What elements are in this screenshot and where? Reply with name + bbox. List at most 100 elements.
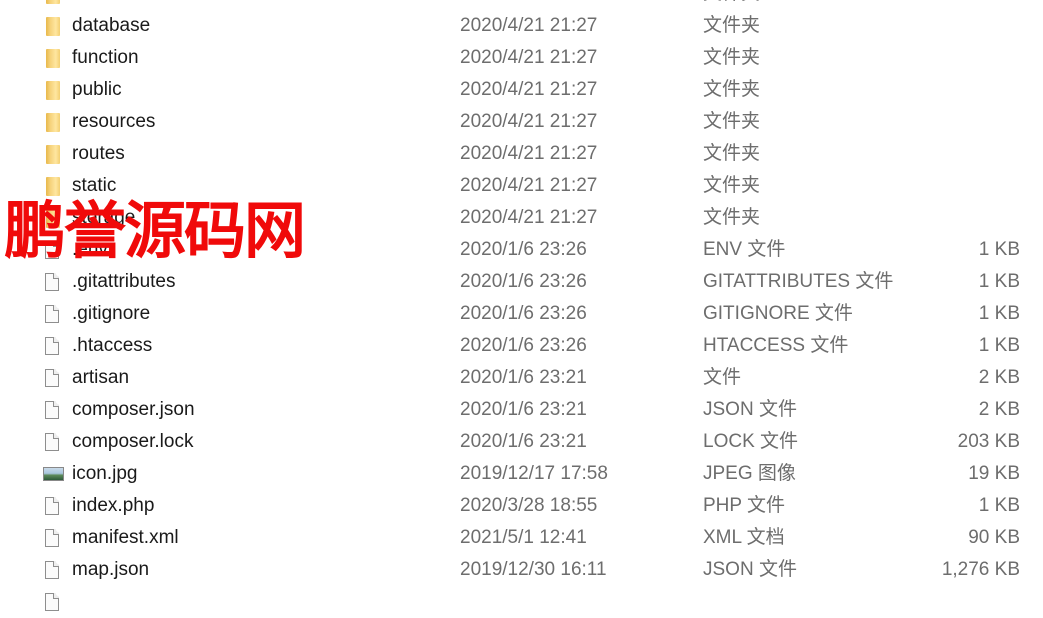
file-date: 2020/1/6 23:21 bbox=[460, 399, 587, 420]
file-row[interactable]: composer.json 2020/1/6 23:21 JSON 文件 2 K… bbox=[0, 394, 1043, 426]
file-type: LOCK 文件 bbox=[703, 431, 799, 452]
file-icon bbox=[45, 337, 59, 355]
file-row[interactable]: icon.jpg 2019/12/17 17:58 JPEG 图像 19 KB bbox=[0, 458, 1043, 490]
file-icon bbox=[45, 497, 59, 515]
file-date: 2019/12/17 17:58 bbox=[460, 463, 608, 484]
file-type: XML 文档 bbox=[703, 527, 785, 548]
file-row[interactable]: .gitattributes 2020/1/6 23:26 GITATTRIBU… bbox=[0, 266, 1043, 298]
folder-icon bbox=[46, 49, 60, 68]
file-size: 1 KB bbox=[978, 335, 1020, 356]
file-row[interactable]: database 2020/4/21 21:27 文件夹 bbox=[0, 10, 1043, 42]
file-type: PHP 文件 bbox=[703, 495, 786, 516]
file-icon bbox=[45, 305, 59, 323]
file-date: 2020/4/21 21:27 bbox=[460, 207, 598, 228]
file-date: 2020/4/21 21:27 bbox=[460, 0, 597, 10]
file-date: 2021/5/1 12:41 bbox=[460, 527, 587, 548]
file-size: 1 KB bbox=[978, 239, 1020, 260]
file-size: 1 KB bbox=[978, 271, 1020, 292]
file-icon bbox=[45, 433, 59, 451]
file-size: 19 KB bbox=[968, 463, 1020, 484]
file-type: JSON 文件 bbox=[703, 559, 797, 580]
file-type: JSON 文件 bbox=[703, 399, 797, 420]
file-row[interactable]: map.json 2019/12/30 16:11 JSON 文件 1,276 … bbox=[0, 554, 1043, 586]
file-name: resources bbox=[72, 111, 156, 132]
file-size: 1 KB bbox=[978, 495, 1020, 516]
file-icon bbox=[45, 369, 59, 387]
file-size: 90 KB bbox=[968, 527, 1020, 548]
file-type: 文件夹 bbox=[703, 15, 761, 36]
file-type: 文件夹 bbox=[703, 47, 761, 68]
file-type: JPEG 图像 bbox=[703, 463, 796, 484]
file-row[interactable]: .htaccess 2020/1/6 23:26 HTACCESS 文件 1 K… bbox=[0, 330, 1043, 362]
file-name: map.json bbox=[72, 559, 150, 580]
file-name: composer.lock bbox=[72, 431, 194, 452]
file-icon bbox=[45, 593, 59, 611]
file-type: GITATTRIBUTES 文件 bbox=[703, 271, 894, 292]
file-icon bbox=[45, 561, 59, 579]
file-name: artisan bbox=[72, 367, 130, 388]
file-date: 2020/4/21 21:27 bbox=[460, 79, 598, 100]
file-type: GITIGNORE 文件 bbox=[703, 303, 853, 324]
file-date: 2019/12/30 16:11 bbox=[460, 559, 607, 580]
file-row[interactable]: public 2020/4/21 21:27 文件夹 bbox=[0, 74, 1043, 106]
file-row[interactable]: artisan 2020/1/6 23:21 文件 2 KB bbox=[0, 362, 1043, 394]
file-type: HTACCESS 文件 bbox=[703, 335, 849, 356]
file-date: 2020/4/21 21:27 bbox=[460, 143, 598, 164]
file-row[interactable]: data 2020/4/21 21:27 文件夹 bbox=[0, 0, 1043, 10]
file-date: 2020/1/6 23:26 bbox=[460, 239, 587, 260]
file-date: 2020/3/28 18:55 bbox=[460, 495, 598, 516]
file-date: 2020/1/6 23:21 bbox=[460, 431, 587, 452]
file-name: data bbox=[72, 0, 109, 10]
file-size: 2 KB bbox=[978, 367, 1020, 388]
file-name: index.php bbox=[72, 495, 155, 516]
file-size: 1 KB bbox=[978, 303, 1020, 324]
file-date: 2020/4/21 21:27 bbox=[460, 47, 598, 68]
file-type: 文件夹 bbox=[703, 207, 761, 228]
file-size: 2 KB bbox=[978, 399, 1020, 420]
file-row[interactable]: composer.lock 2020/1/6 23:21 LOCK 文件 203… bbox=[0, 426, 1043, 458]
file-row[interactable]: resources 2020/4/21 21:27 文件夹 bbox=[0, 106, 1043, 138]
file-date: 2020/1/6 23:26 bbox=[460, 335, 587, 356]
file-icon bbox=[45, 273, 59, 291]
folder-icon bbox=[46, 81, 60, 100]
image-icon bbox=[43, 467, 64, 481]
file-type: 文件夹 bbox=[703, 79, 761, 100]
file-date: 2020/4/21 21:27 bbox=[460, 15, 598, 36]
file-type: 文件夹 bbox=[703, 175, 761, 196]
file-type: ENV 文件 bbox=[703, 239, 786, 260]
file-row[interactable] bbox=[0, 586, 1043, 618]
file-row[interactable]: index.php 2020/3/28 18:55 PHP 文件 1 KB bbox=[0, 490, 1043, 522]
file-name: composer.json bbox=[72, 399, 195, 420]
file-date: 2020/4/21 21:27 bbox=[460, 175, 598, 196]
file-icon bbox=[45, 401, 59, 419]
file-date: 2020/1/6 23:21 bbox=[460, 367, 587, 388]
file-type: 文件夹 bbox=[703, 111, 761, 132]
file-type: 文件夹 bbox=[703, 143, 761, 164]
file-size: 1,276 KB bbox=[941, 559, 1020, 580]
file-name: function bbox=[72, 47, 139, 68]
folder-icon bbox=[46, 145, 60, 164]
file-name: .gitignore bbox=[72, 303, 151, 324]
file-row[interactable]: .gitignore 2020/1/6 23:26 GITIGNORE 文件 1… bbox=[0, 298, 1043, 330]
file-name: routes bbox=[72, 143, 125, 164]
file-size: 203 KB bbox=[957, 431, 1020, 452]
file-row[interactable]: function 2020/4/21 21:27 文件夹 bbox=[0, 42, 1043, 74]
file-name: .htaccess bbox=[72, 335, 153, 356]
folder-icon bbox=[46, 113, 60, 132]
file-date: 2020/1/6 23:26 bbox=[460, 271, 587, 292]
file-name: .gitattributes bbox=[72, 271, 176, 292]
file-name: icon.jpg bbox=[72, 463, 138, 484]
file-row[interactable]: manifest.xml 2021/5/1 12:41 XML 文档 90 KB bbox=[0, 522, 1043, 554]
watermark: 鹏誉源码网 bbox=[4, 194, 306, 267]
file-type: 文件夹 bbox=[703, 0, 760, 10]
file-list: data 2020/4/21 21:27 文件夹 database 2020/4… bbox=[0, 0, 1043, 618]
file-date: 2020/4/21 21:27 bbox=[460, 111, 598, 132]
file-row[interactable]: routes 2020/4/21 21:27 文件夹 bbox=[0, 138, 1043, 170]
file-type: 文件 bbox=[703, 367, 742, 388]
file-icon bbox=[45, 529, 59, 547]
folder-icon bbox=[46, 0, 60, 4]
file-date: 2020/1/6 23:26 bbox=[460, 303, 587, 324]
folder-icon bbox=[46, 17, 60, 36]
file-name: database bbox=[72, 15, 151, 36]
file-name: public bbox=[72, 79, 122, 100]
